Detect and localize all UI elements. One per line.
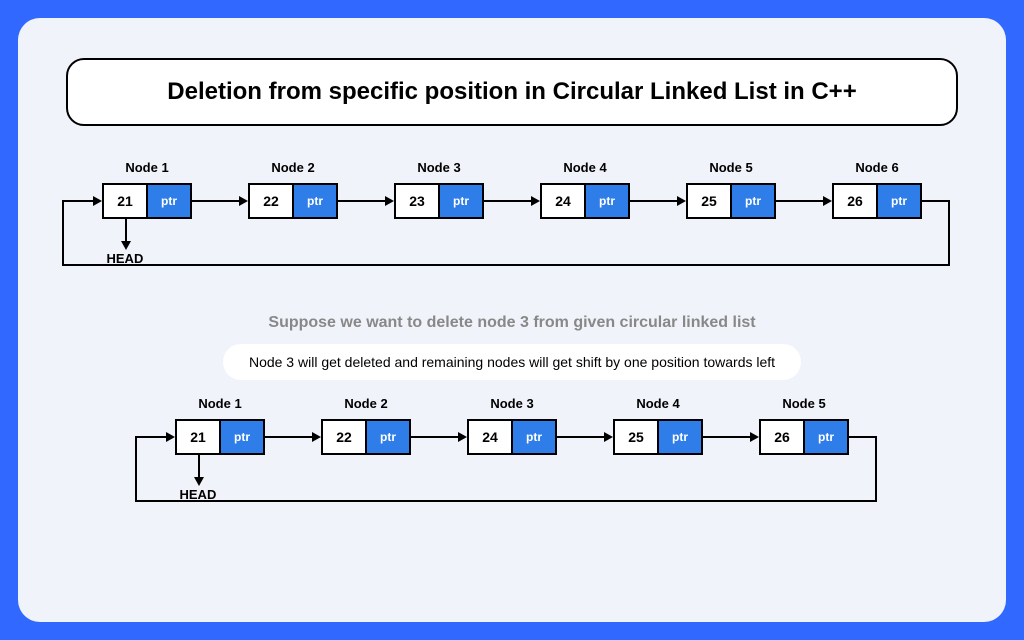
node-label: Node 4 [613, 396, 703, 411]
linked-list-after: Node 121ptrNode 222ptrNode 324ptrNode 42… [56, 396, 968, 546]
node-ptr: ptr [878, 185, 920, 217]
node-ptr: ptr [367, 421, 409, 453]
linked-list-node: Node 1 21ptr [175, 396, 265, 455]
node-value: 22 [250, 185, 294, 217]
caption-suppose: Suppose we want to delete node 3 from gi… [56, 314, 968, 332]
linked-list-node: Node 5 26ptr [759, 396, 849, 455]
node-label: Node 1 [175, 396, 265, 411]
node-label: Node 2 [321, 396, 411, 411]
node-value: 22 [323, 421, 367, 453]
node-value: 26 [761, 421, 805, 453]
linked-list-node: Node 1 21ptr [102, 160, 192, 219]
node-ptr: ptr [805, 421, 847, 453]
node-value: 24 [469, 421, 513, 453]
node-value: 25 [615, 421, 659, 453]
node-ptr: ptr [659, 421, 701, 453]
node-label: Node 2 [248, 160, 338, 175]
node-value: 23 [396, 185, 440, 217]
node-value: 21 [177, 421, 221, 453]
diagram-title: Deletion from specific position in Circu… [66, 58, 958, 126]
node-ptr: ptr [586, 185, 628, 217]
caption-result: Node 3 will get deleted and remaining no… [223, 344, 801, 380]
node-ptr: ptr [513, 421, 555, 453]
node-label: Node 3 [467, 396, 557, 411]
head-label-after: HEAD [180, 487, 217, 502]
diagram-canvas: Deletion from specific position in Circu… [18, 18, 1006, 622]
node-label: Node 5 [759, 396, 849, 411]
node-label: Node 4 [540, 160, 630, 175]
node-ptr: ptr [732, 185, 774, 217]
linked-list-before: Node 121ptrNode 222ptrNode 323ptrNode 42… [56, 160, 968, 310]
node-ptr: ptr [148, 185, 190, 217]
linked-list-node: Node 4 25ptr [613, 396, 703, 455]
linked-list-node: Node 4 24ptr [540, 160, 630, 219]
node-label: Node 1 [102, 160, 192, 175]
linked-list-node: Node 6 26ptr [832, 160, 922, 219]
node-label: Node 6 [832, 160, 922, 175]
node-ptr: ptr [221, 421, 263, 453]
linked-list-node: Node 3 23ptr [394, 160, 484, 219]
linked-list-node: Node 2 22ptr [248, 160, 338, 219]
linked-list-node: Node 5 25ptr [686, 160, 776, 219]
linked-list-node: Node 2 22ptr [321, 396, 411, 455]
node-value: 26 [834, 185, 878, 217]
linked-list-node: Node 3 24ptr [467, 396, 557, 455]
node-value: 24 [542, 185, 586, 217]
node-label: Node 5 [686, 160, 776, 175]
node-ptr: ptr [294, 185, 336, 217]
node-label: Node 3 [394, 160, 484, 175]
node-value: 25 [688, 185, 732, 217]
node-value: 21 [104, 185, 148, 217]
node-ptr: ptr [440, 185, 482, 217]
head-label-before: HEAD [107, 251, 144, 266]
